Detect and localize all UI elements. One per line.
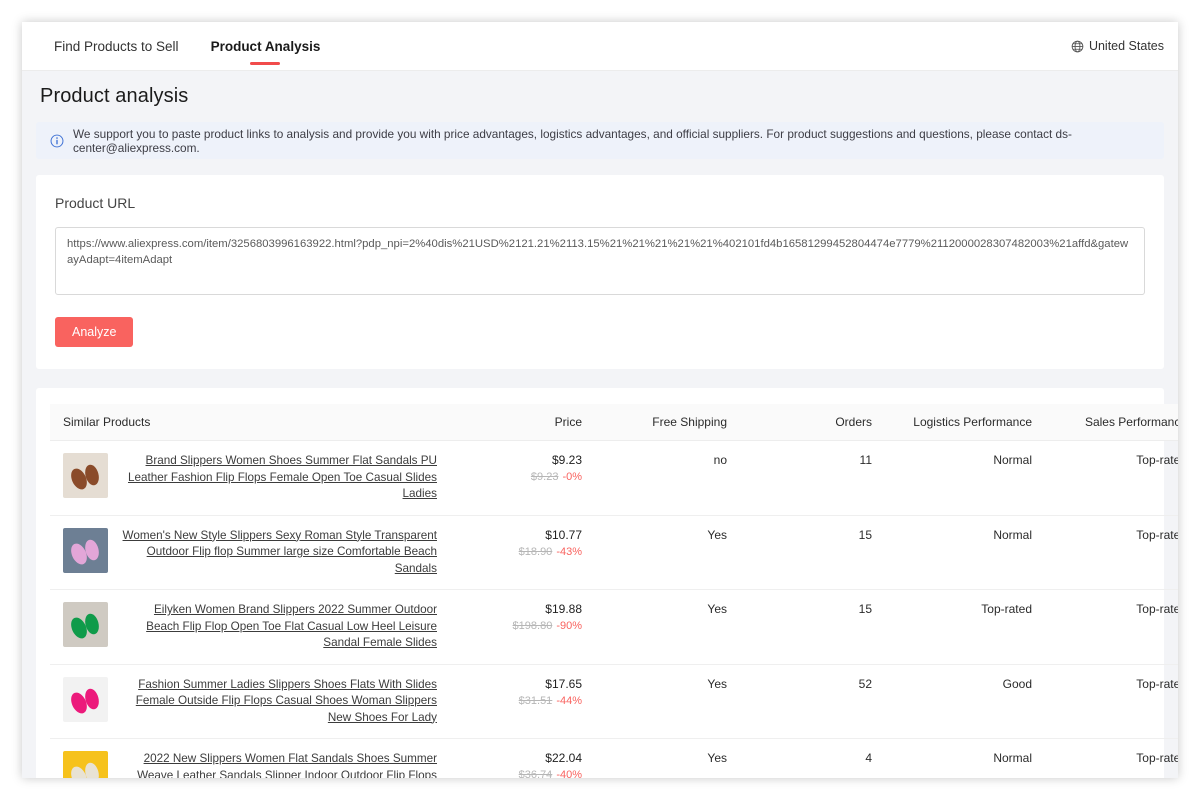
column-header-logistics-performance: Logistics Performance [885, 404, 1045, 441]
free-shipping-cell: Yes [707, 751, 727, 765]
sales-performance-cell: Top-rated [1045, 515, 1178, 590]
orders-cell: 52 [740, 664, 885, 739]
product-cell: Women's New Style Slippers Sexy Roman St… [50, 515, 450, 590]
price-discount: -40% [556, 769, 582, 778]
free-shipping-cell: Yes [595, 664, 740, 739]
nav-tab-list: Find Products to Sell Product Analysis [22, 22, 336, 70]
price-cell: $10.77 $18.90 -43% [450, 515, 595, 590]
price-current: $17.65 [545, 676, 582, 691]
orders-cell: 15 [740, 515, 885, 590]
price-current: $9.23 [551, 453, 582, 467]
free-shipping-cell: Yes [595, 515, 740, 590]
info-icon [50, 134, 64, 147]
product-url-card: Product URL Analyze [36, 175, 1164, 369]
column-header-sales-performance: Sales Performance [1045, 404, 1178, 441]
top-navigation-bar: Find Products to Sell Product Analysis U… [22, 22, 1178, 71]
product-title-link[interactable]: Eilyken Women Brand Slippers 2022 Summer… [120, 602, 437, 652]
price-discount: -43% [556, 545, 582, 558]
table-row: Women's New Style Slippers Sexy Roman St… [50, 515, 1178, 590]
logistics-performance-cell: Normal [885, 515, 1045, 590]
tab-label: Product Analysis [210, 38, 321, 54]
logistics-performance-cell: Top-rated [885, 589, 1045, 665]
product-cell: Fashion Summer Ladies Slippers Shoes Fla… [50, 664, 450, 739]
table-body: Brand Slippers Women Shoes Summer Flat S… [50, 440, 1178, 778]
column-header-orders: Orders [740, 404, 885, 441]
price-original: $198.80 [512, 620, 553, 632]
tab-find-products-to-sell[interactable]: Find Products to Sell [38, 22, 195, 70]
product-thumbnail[interactable] [63, 602, 108, 647]
product-title-link[interactable]: Brand Slippers Women Shoes Summer Flat S… [120, 453, 437, 503]
price-original: $18.90 [518, 545, 553, 558]
product-cell: 2022 New Slippers Women Flat Sandals Sho… [50, 739, 450, 778]
similar-products-table: Similar Products Price Free Shipping Ord… [50, 404, 1178, 778]
sales-performance-cell: Top-rated [1045, 440, 1178, 516]
tab-product-analysis[interactable]: Product Analysis [195, 22, 337, 70]
product-cell: Eilyken Women Brand Slippers 2022 Summer… [50, 589, 450, 665]
free-shipping-cell: Yes [595, 589, 740, 665]
product-url-label: Product URL [55, 195, 136, 211]
table-row: Eilyken Women Brand Slippers 2022 Summer… [50, 589, 1178, 665]
price-cell: $17.65 $31.51 -44% [450, 664, 595, 739]
price-discount: -90% [556, 620, 582, 632]
free-shipping-cell: no [595, 440, 740, 516]
product-thumbnail[interactable] [63, 676, 108, 722]
orders-cell: 11 [740, 440, 885, 516]
analyze-button[interactable]: Analyze [55, 317, 134, 347]
orders-cell: 4 [865, 751, 872, 765]
price-original: $9.23 [530, 471, 559, 483]
sales-performance-cell: Top-rated [1045, 664, 1178, 739]
page-title: Product analysis [40, 85, 189, 107]
table-row: Brand Slippers Women Shoes Summer Flat S… [50, 440, 1178, 516]
price-current: $22.04 [545, 751, 582, 765]
price-current: $10.77 [545, 527, 582, 542]
price-discount: -44% [556, 694, 582, 707]
product-thumbnail[interactable] [63, 527, 108, 573]
price-original: $31.51 [518, 694, 553, 707]
region-selector[interactable]: United States [1071, 39, 1164, 53]
globe-icon [1071, 40, 1084, 52]
table-header-row: Similar Products Price Free Shipping Ord… [50, 404, 1178, 441]
sales-performance-cell: Top-rated [1045, 589, 1178, 665]
info-banner-text: We support you to paste product links to… [73, 126, 1072, 155]
product-title-link[interactable]: Women's New Style Slippers Sexy Roman St… [120, 528, 437, 578]
info-banner: We support you to paste product links to… [36, 122, 1164, 159]
column-header-price: Price [450, 404, 595, 441]
similar-products-card: Similar Products Price Free Shipping Ord… [36, 388, 1178, 778]
table-header: Similar Products Price Free Shipping Ord… [50, 404, 1178, 441]
price-original: $36.74 [518, 769, 553, 778]
logistics-performance-cell: Normal [885, 440, 1045, 516]
price-cell: $9.23 $9.23 -0% [450, 440, 595, 516]
price-current: $19.88 [545, 602, 582, 616]
region-label: United States [1088, 39, 1164, 53]
price-cell: $19.88 $198.80 -90% [450, 589, 595, 665]
price-cell: $22.04 $36.74 -40% [450, 739, 595, 778]
product-thumbnail[interactable] [63, 453, 108, 498]
sales-performance-cell: Top-rated [1136, 751, 1178, 765]
app-window: Find Products to Sell Product Analysis U… [22, 22, 1178, 778]
table-row: 2022 New Slippers Women Flat Sandals Sho… [50, 739, 1178, 778]
product-title-link[interactable]: 2022 New Slippers Women Flat Sandals Sho… [120, 751, 437, 778]
logistics-performance-cell: Normal [993, 751, 1032, 765]
orders-cell: 15 [740, 589, 885, 665]
logistics-performance-cell: Good [885, 664, 1045, 739]
product-cell: Brand Slippers Women Shoes Summer Flat S… [50, 440, 450, 516]
table-row: Fashion Summer Ladies Slippers Shoes Fla… [50, 664, 1178, 739]
tab-label: Find Products to Sell [54, 38, 179, 54]
column-header-similar-products: Similar Products [50, 404, 450, 441]
column-header-free-shipping: Free Shipping [595, 404, 740, 441]
price-discount: -0% [562, 471, 582, 483]
product-thumbnail[interactable] [63, 751, 108, 778]
product-url-input[interactable] [55, 227, 1145, 295]
product-title-link[interactable]: Fashion Summer Ladies Slippers Shoes Fla… [120, 677, 437, 727]
